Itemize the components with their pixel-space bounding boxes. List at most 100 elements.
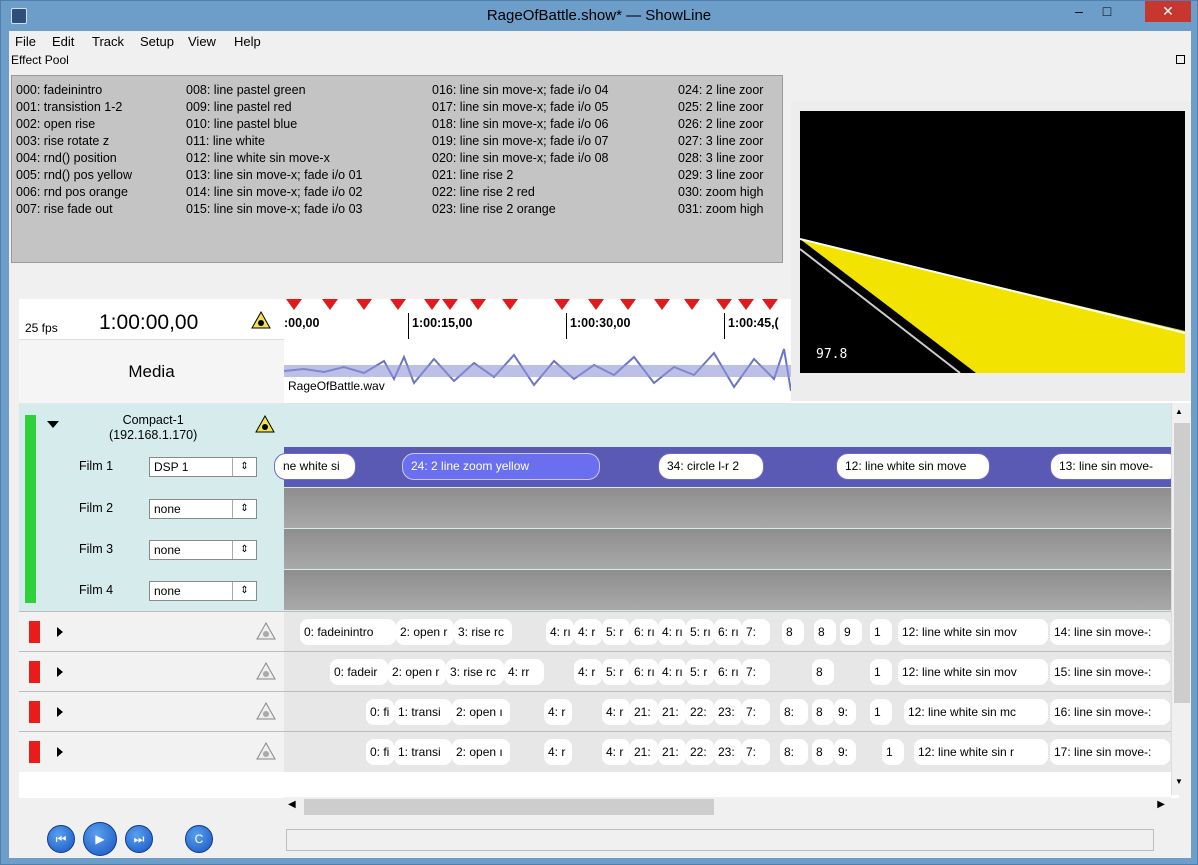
cue[interactable]: 12: line white sin r [914,739,1048,765]
cue[interactable]: 1 [870,699,892,725]
effect-item[interactable]: 010: line pastel blue [186,116,363,133]
cue[interactable]: 4: rı [658,659,686,685]
cue-pill[interactable]: 13: line sin move- [1050,453,1179,480]
track-row[interactable]: 0: fadeinintro 2: open r 3: rise rc 4: r… [19,611,1179,652]
maximize-button[interactable]: □ [1093,1,1121,23]
track-row[interactable]: 0: fi 1: transi 2: open ı 4: r 4: r 21: … [19,691,1179,732]
cue[interactable]: 8 [812,659,834,685]
effect-item[interactable]: 031: zoom high [678,201,763,218]
cue[interactable]: 5: r [602,659,630,685]
play-button[interactable]: ▶ [83,822,117,856]
effect-item[interactable]: 003: rise rotate z [16,133,132,150]
effect-item[interactable]: 017: line sin move-x; fade i/o 05 [432,99,609,116]
film-4-select[interactable]: none ⇕ [149,581,257,601]
cue[interactable]: 8: [780,699,808,725]
effect-item[interactable]: 027: 3 line zoor [678,133,763,150]
minimize-button[interactable]: – [1065,1,1093,23]
cue[interactable]: 4: r [602,739,630,765]
cue[interactable]: 1 [870,659,892,685]
effect-item[interactable]: 022: line rise 2 red [432,184,609,201]
warning-icon[interactable] [255,415,275,433]
scroll-right-icon[interactable]: ▶ [1157,799,1165,810]
effect-item[interactable]: 024: 2 line zoor [678,82,763,99]
warning-icon[interactable] [256,622,276,640]
hscroll-thumb[interactable] [304,799,714,815]
effect-item[interactable]: 021: line rise 2 [432,167,609,184]
film-4-lane[interactable] [284,570,1179,610]
cue[interactable]: 4: rı [546,619,574,645]
menu-edit[interactable]: Edit [52,34,74,49]
cue[interactable]: 1: transi [394,699,452,725]
cue[interactable]: 8: [780,739,808,765]
effect-item[interactable]: 029: 3 line zoor [678,167,763,184]
time-ruler[interactable]: :00,00 1:00:15,00 1:00:30,00 1:00:45,( [284,299,791,339]
cue[interactable]: 4: r [574,659,602,685]
effect-item[interactable]: 006: rnd pos orange [16,184,132,201]
expand-icon[interactable] [57,627,63,637]
effect-item[interactable]: 014: line sin move-x; fade i/o 02 [186,184,363,201]
effect-item[interactable]: 007: rise fade out [16,201,132,218]
cue[interactable]: 22: [686,739,714,765]
cue[interactable]: 12: line white sin mov [898,619,1048,645]
film-2-lane[interactable] [284,488,1179,528]
cue[interactable]: 8 [782,619,804,645]
cue[interactable]: 21: [630,699,658,725]
cue[interactable]: 4: r [544,699,572,725]
cue[interactable]: 7: [742,619,770,645]
film-3-select[interactable]: none ⇕ [149,540,257,560]
cue[interactable]: 21: [658,739,686,765]
expand-icon[interactable] [57,707,63,717]
cue[interactable]: 8 [812,699,834,725]
cue[interactable]: 1 [870,619,892,645]
forward-button[interactable]: ⏭ [125,825,153,853]
cue[interactable]: 21: [630,739,658,765]
cue[interactable]: 6: rı [714,619,742,645]
effect-item[interactable]: 011: line white [186,133,363,150]
warning-icon[interactable] [256,742,276,760]
cue[interactable]: 21: [658,699,686,725]
effect-item[interactable]: 015: line sin move-x; fade i/o 03 [186,201,363,218]
cue[interactable]: 4: r [574,619,602,645]
cue[interactable]: 6: rı [714,659,742,685]
scroll-down-icon[interactable]: ▼ [1175,777,1183,786]
track-row[interactable]: 0: fi 1: transi 2: open ı 4: r 4: r 21: … [19,731,1179,772]
effect-item[interactable]: 025: 2 line zoor [678,99,763,116]
menu-view[interactable]: View [188,34,216,49]
expand-icon[interactable] [57,747,63,757]
cue[interactable]: 6: rı [630,659,658,685]
cue-pill[interactable]: ne white si [274,453,356,480]
effect-item[interactable]: 000: fadeinintro [16,82,132,99]
menu-file[interactable]: File [15,34,36,49]
cue[interactable]: 5: r [602,619,630,645]
horizontal-scrollbar[interactable]: ◀ ▶ [284,797,1171,817]
cue[interactable]: 2: open ı [452,699,510,725]
vertical-scrollbar[interactable]: ▲ ▼ [1171,403,1191,795]
collapse-icon[interactable] [47,421,59,429]
title-bar[interactable]: RageOfBattle.show* — ShowLine – □ ✕ [1,1,1197,31]
cue[interactable]: 9: [834,699,856,725]
effect-item[interactable]: 028: 3 line zoor [678,150,763,167]
cue[interactable]: 6: rı [630,619,658,645]
cue[interactable]: 4: rr [504,659,544,685]
effect-item[interactable]: 026: 2 line zoor [678,116,763,133]
effect-item[interactable]: 018: line sin move-x; fade i/o 06 [432,116,609,133]
cue[interactable]: 23: [714,739,742,765]
effect-item[interactable]: 004: rnd() position [16,150,132,167]
cue-pill[interactable]: 12: line white sin move [836,453,990,480]
effect-item[interactable]: 005: rnd() pos yellow [16,167,132,184]
cue[interactable]: 23: [714,699,742,725]
menu-help[interactable]: Help [234,34,261,49]
track-row[interactable]: 0: fadeir 2: open r 3: rise rc 4: rr 4: … [19,651,1179,692]
effect-item[interactable]: 030: zoom high [678,184,763,201]
cue[interactable]: 3: rise rc [454,619,512,645]
warning-icon[interactable] [256,662,276,680]
effect-item[interactable]: 020: line sin move-x; fade i/o 08 [432,150,609,167]
cue[interactable]: 4: r [602,699,630,725]
float-icon[interactable] [1176,55,1185,64]
cue[interactable]: 5: r [686,659,714,685]
cue[interactable]: 0: fi [366,699,394,725]
effect-item[interactable]: 009: line pastel red [186,99,363,116]
film-3-lane[interactable] [284,529,1179,569]
cue-pill-selected[interactable]: 24: 2 line zoom yellow [402,453,600,480]
cue[interactable]: 0: fi [366,739,394,765]
